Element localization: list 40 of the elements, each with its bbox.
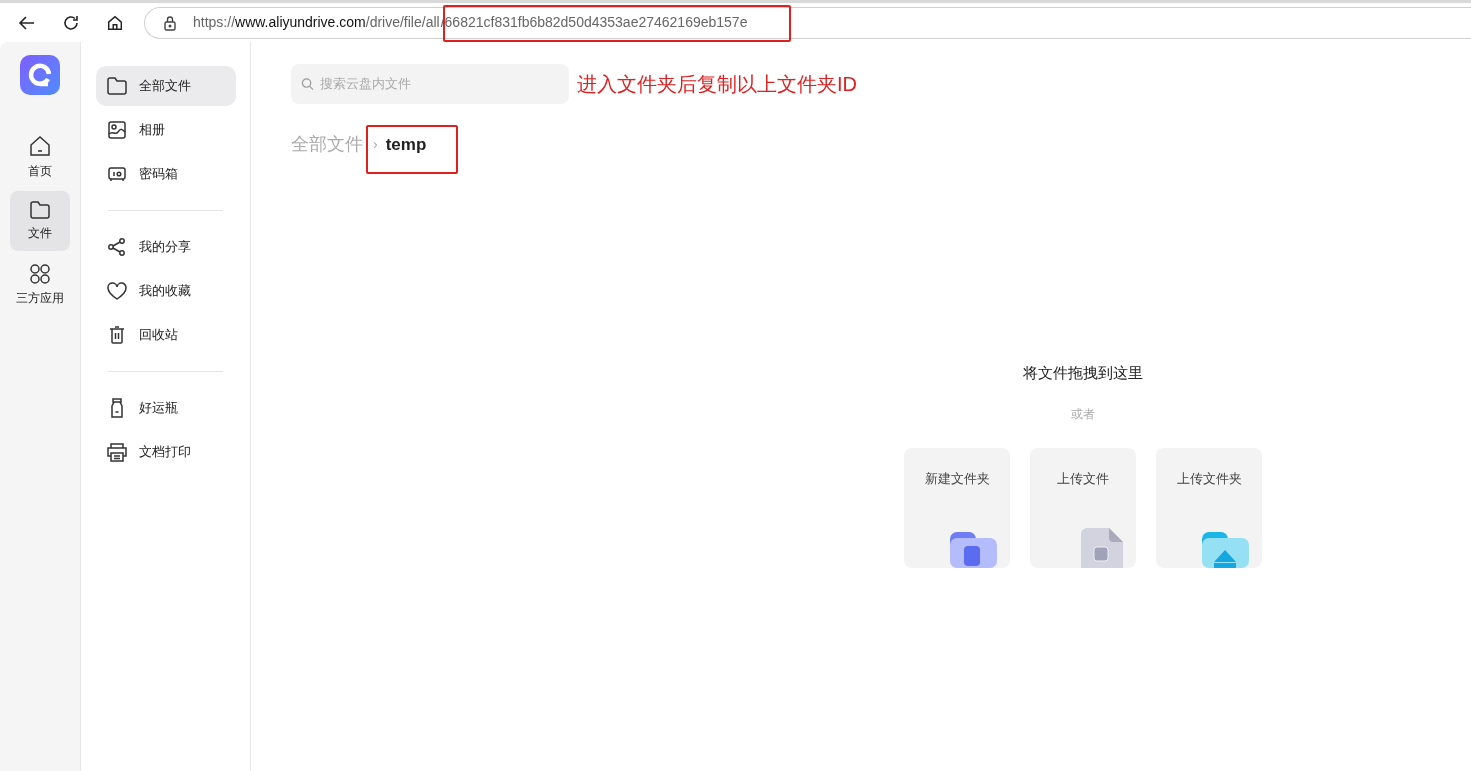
action-card[interactable]: 上传文件夹 [1156, 447, 1262, 568]
lock-icon [163, 14, 177, 31]
rail-item[interactable]: 文件 [10, 191, 70, 251]
nav-item[interactable]: 全部文件 [96, 66, 236, 106]
safe-icon [107, 164, 127, 184]
upload-folder-graphic [1202, 531, 1249, 568]
search-input[interactable]: 搜索云盘内文件 [319, 74, 559, 94]
breadcrumb-separator: › [373, 135, 378, 154]
folder-icon [106, 76, 128, 96]
annotation-text: 进入文件夹后复制以上文件夹ID [577, 72, 857, 97]
breadcrumb-current: temp [385, 134, 427, 154]
nav-item[interactable]: 我的收藏 [96, 271, 236, 311]
apps-icon [29, 263, 51, 285]
app-logo [20, 55, 60, 95]
or-text: 或者 [1071, 405, 1095, 423]
share-icon [107, 237, 127, 257]
home-icon[interactable] [106, 13, 124, 32]
nav-item[interactable]: 回收站 [96, 315, 236, 355]
rail-item[interactable]: 首页 [10, 127, 70, 187]
action-card[interactable]: 新建文件夹 [904, 447, 1010, 568]
nav-item[interactable]: 我的分享 [96, 227, 236, 267]
printer-icon [106, 442, 128, 462]
folder-icon [29, 200, 51, 220]
folder-graphic [950, 531, 997, 568]
nav-item[interactable]: 相册 [96, 110, 236, 150]
search-icon [301, 77, 314, 91]
home-icon [28, 134, 52, 158]
nav-item[interactable]: 密码箱 [96, 154, 236, 194]
url-text: https://www.aliyundrive.com/drive/file/all [193, 13, 440, 32]
search-field[interactable]: 搜索云盘内文件 [291, 64, 569, 104]
document-graphic [1081, 527, 1123, 568]
photo-icon [107, 120, 127, 140]
heart-icon [106, 281, 128, 301]
action-card[interactable]: 上传文件 [1030, 447, 1136, 568]
nav-item[interactable]: 好运瓶 [96, 388, 236, 428]
trash-icon [108, 325, 126, 345]
nav-item[interactable]: 文档打印 [96, 432, 236, 472]
bottle-icon [109, 397, 125, 419]
rail-item[interactable]: 三方应用 [10, 255, 70, 315]
drop-zone-title: 将文件拖拽到这里 [1023, 363, 1143, 383]
